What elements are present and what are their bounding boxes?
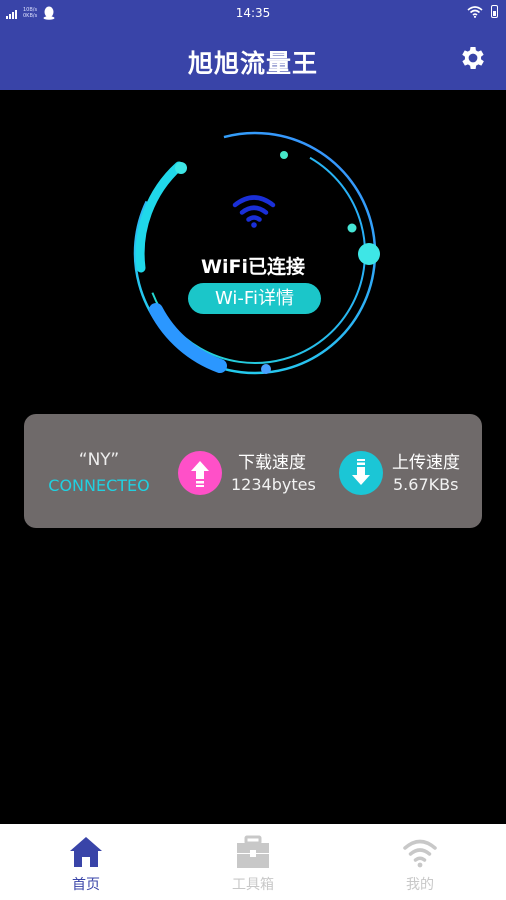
upload-label: 上传速度 <box>392 453 460 473</box>
arrow-down-icon <box>352 459 370 485</box>
nav-item-toolbox[interactable]: 工具箱 <box>169 824 337 900</box>
status-right <box>467 5 498 18</box>
wifi-icon <box>403 839 437 868</box>
download-badge <box>178 451 222 495</box>
download-value: 1234bytes <box>231 475 316 494</box>
nav-item-mine[interactable]: 我的 <box>336 824 504 900</box>
gauge-dot <box>280 151 288 159</box>
nav-label-toolbox: 工具箱 <box>232 877 274 893</box>
network-status: CONNECTEO <box>48 476 150 495</box>
arrow-up-icon <box>191 461 209 487</box>
toolbox-icon <box>237 835 269 868</box>
nav-label-home: 首页 <box>72 877 100 893</box>
wifi-icon <box>232 195 276 228</box>
battery-icon <box>491 5 498 18</box>
home-icon <box>70 837 102 867</box>
gauge-dot <box>175 162 187 174</box>
connection-status-text: WiFi已连接 <box>201 256 305 278</box>
upload-badge <box>339 451 383 495</box>
network-info-card: “NY” CONNECTEO 下载速度 1234bytes 上传速度 5.67K… <box>24 414 482 528</box>
nav-item-home[interactable]: 首页 <box>2 824 170 900</box>
wifi-details-button[interactable]: Wi-Fi详情 <box>188 283 321 314</box>
wifi-status-icon <box>467 5 483 18</box>
nav-label-mine: 我的 <box>406 877 434 893</box>
bottom-nav: 首页 工具箱 我的 <box>0 824 506 900</box>
gauge-arc-bottom <box>149 303 227 373</box>
app-header: 旭旭流量王 <box>0 28 506 90</box>
gauge-dot <box>261 364 271 374</box>
page-title: 旭旭流量王 <box>187 49 318 78</box>
gear-icon[interactable] <box>458 43 488 73</box>
download-label: 下载速度 <box>238 453 306 473</box>
upload-value: 5.67KBs <box>393 475 459 494</box>
network-name: “NY” <box>78 450 120 470</box>
gauge-dot <box>347 223 357 233</box>
status-bar: 10B/s 0KB/s 14:35 <box>0 0 506 28</box>
status-time: 14:35 <box>235 6 271 20</box>
